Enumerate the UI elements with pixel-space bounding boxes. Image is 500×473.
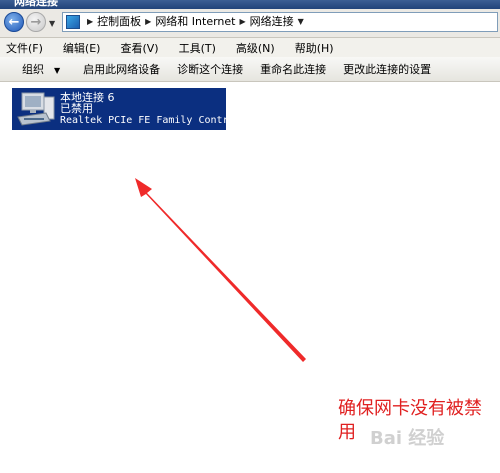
watermark: Bai 经验: [370, 428, 445, 449]
